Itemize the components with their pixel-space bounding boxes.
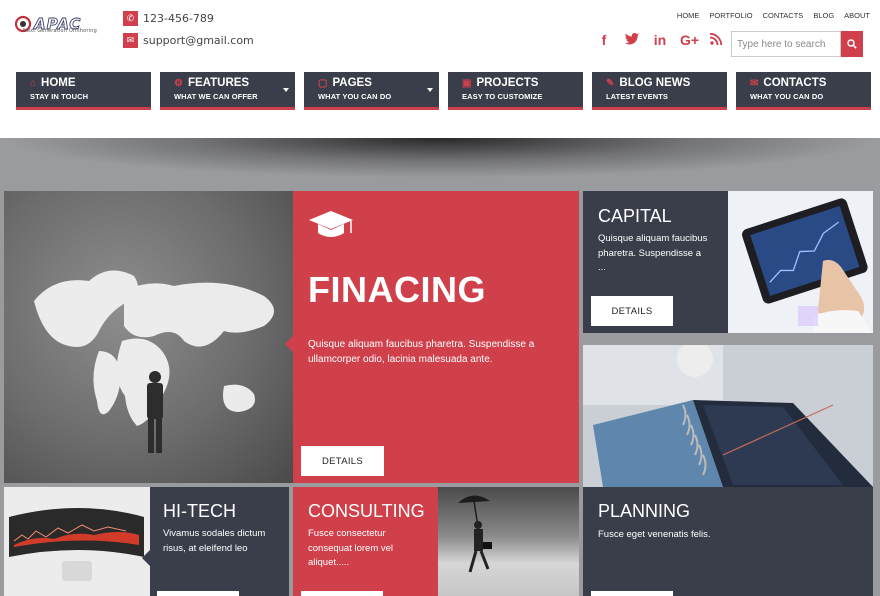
arrow-pointer — [142, 550, 150, 566]
arrow-pointer — [285, 336, 293, 352]
nav-title: BLOG NEWS — [619, 77, 691, 89]
contact-phone: ✆ 123-456-789 — [123, 11, 214, 26]
phone-text: 123-456-789 — [143, 12, 214, 25]
hitech-text: Vivamus sodales dictum risus, at eleifen… — [163, 528, 266, 554]
nav-item-pages[interactable]: ▢ PAGES WHAT YOU CAN DO — [304, 72, 439, 110]
gear-icon: ⚙ — [174, 77, 183, 89]
rss-icon[interactable] — [708, 32, 724, 48]
home-icon: ⌂ — [30, 77, 37, 89]
umbrella-businessman-image — [438, 487, 579, 596]
phone-icon: ✆ — [123, 11, 138, 26]
facebook-icon[interactable]: f — [596, 32, 612, 48]
planning-details-button[interactable] — [591, 591, 673, 596]
top-link-contacts[interactable]: CONTACTS — [763, 11, 804, 20]
search-icon — [847, 39, 857, 49]
googleplus-icon[interactable]: G+ — [680, 32, 699, 48]
nav-subtitle: EASY TO CUSTOMIZE — [462, 92, 543, 101]
feature-grid-section: FINACING Quisque aliquam faucibus pharet… — [0, 138, 880, 596]
search-box — [731, 31, 863, 57]
financing-details-button[interactable]: DETAILS — [301, 446, 384, 476]
decorative-shadow — [0, 138, 880, 178]
nav-subtitle: WHAT WE CAN OFFER — [174, 92, 258, 101]
file-icon: ▢ — [318, 77, 328, 89]
hitech-details-button[interactable] — [157, 591, 239, 596]
world-map-image — [4, 191, 293, 483]
notebook-image — [583, 345, 873, 487]
top-link-about[interactable]: ABOUT — [844, 11, 870, 20]
site-logo[interactable]: APAC — [15, 15, 107, 39]
nav-item-blog-news[interactable]: ✎ BLOG NEWS LATEST EVENTS — [592, 72, 727, 110]
nav-subtitle: WHAT YOU CAN DO — [318, 92, 392, 101]
top-link-blog[interactable]: BLOG — [813, 11, 834, 20]
linkedin-icon[interactable]: in — [652, 32, 668, 48]
planning-title: PLANNING — [598, 501, 691, 521]
logo-tagline: Next Generation Offshoring — [23, 28, 97, 34]
nav-title: HOME — [41, 77, 76, 89]
top-links: HOME PORTFOLIO CONTACTS BLOG ABOUT — [677, 11, 870, 20]
nav-item-home[interactable]: ⌂ HOME STAY IN TOUCH — [16, 72, 151, 110]
consulting-title: CONSULTING — [308, 501, 425, 521]
search-input[interactable] — [731, 31, 841, 57]
graduation-cap-icon — [309, 211, 353, 237]
social-links: f in G+ — [596, 32, 724, 48]
planning-text: Fusce eget venenatis felis. — [598, 529, 711, 540]
top-link-portfolio[interactable]: PORTFOLIO — [709, 11, 752, 20]
capital-details-button[interactable]: DETAILS — [591, 296, 673, 326]
document-icon: ▣ — [462, 77, 472, 89]
caret-down-icon — [427, 88, 433, 92]
nav-title: PAGES — [332, 77, 372, 89]
top-link-home[interactable]: HOME — [677, 11, 700, 20]
search-button[interactable] — [841, 31, 863, 57]
capital-text: Quisque aliquam faucibus pharetra. Suspe… — [598, 233, 708, 273]
financing-text: Quisque aliquam faucibus pharetra. Suspe… — [308, 339, 535, 365]
nav-item-projects[interactable]: ▣ PROJECTS EASY TO CUSTOMIZE — [448, 72, 583, 110]
consulting-details-button[interactable] — [301, 591, 383, 596]
hitech-title: HI-TECH — [163, 501, 236, 521]
monitor-image — [4, 487, 150, 596]
nav-title: CONTACTS — [763, 77, 827, 89]
nav-item-contacts[interactable]: ✉ CONTACTS WHAT YOU CAN DO — [736, 72, 871, 110]
pencil-icon: ✎ — [606, 77, 615, 89]
hitech-tile: HI-TECH Vivamus sodales dictum risus, at… — [150, 487, 289, 596]
capital-title: CAPITAL — [598, 206, 672, 226]
main-nav: ⌂ HOME STAY IN TOUCH ⚙ FEATURES WHAT WE CA… — [16, 72, 871, 110]
contact-email[interactable]: ✉ support@gmail.com — [123, 33, 254, 48]
caret-down-icon — [283, 88, 289, 92]
financing-title: FINACING — [308, 269, 486, 310]
nav-subtitle: WHAT YOU CAN DO — [750, 92, 824, 101]
nav-title: FEATURES — [187, 77, 250, 89]
tablet-image — [728, 191, 873, 333]
consulting-tile: CONSULTING Fusce consectetur consequat l… — [293, 487, 438, 596]
consulting-text: Fusce consectetur consequat lorem vel al… — [308, 528, 394, 568]
planning-tile: PLANNING Fusce eget venenatis felis. — [583, 487, 873, 596]
financing-tile: FINACING Quisque aliquam faucibus pharet… — [293, 191, 579, 483]
nav-subtitle: LATEST EVENTS — [606, 92, 668, 101]
nav-title: PROJECTS — [476, 77, 539, 89]
capital-tile: CAPITAL Quisque aliquam faucibus pharetr… — [583, 191, 728, 333]
nav-item-features[interactable]: ⚙ FEATURES WHAT WE CAN OFFER — [160, 72, 295, 110]
nav-subtitle: STAY IN TOUCH — [30, 92, 89, 101]
envelope-icon: ✉ — [123, 33, 138, 48]
twitter-icon[interactable] — [624, 32, 640, 48]
email-text[interactable]: support@gmail.com — [143, 34, 254, 47]
envelope-icon: ✉ — [750, 77, 759, 89]
